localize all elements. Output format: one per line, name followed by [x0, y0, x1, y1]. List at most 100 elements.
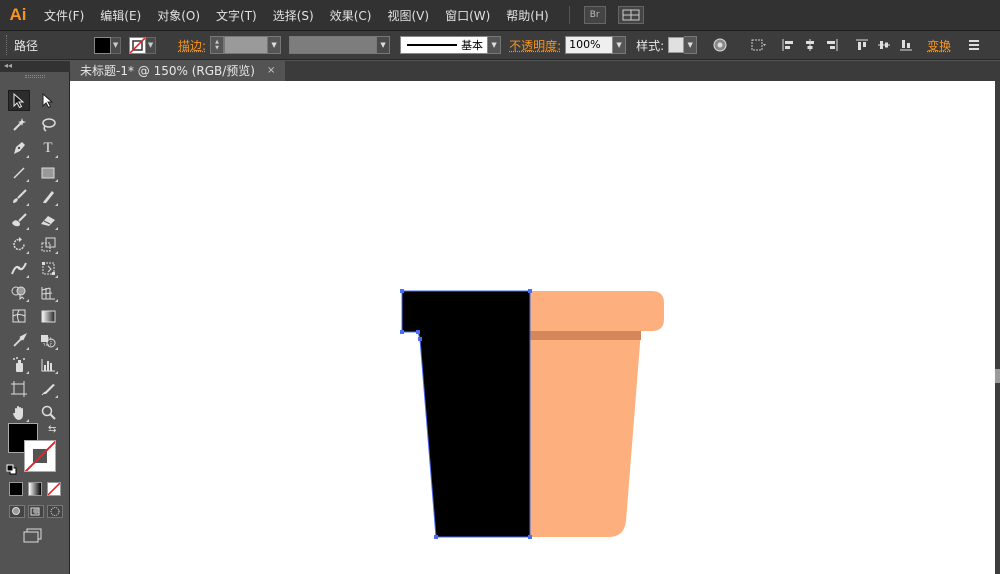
fill-color-control[interactable]: ▼: [94, 36, 122, 54]
perspective-grid-icon[interactable]: [37, 282, 59, 303]
menu-effect[interactable]: 效果(C): [322, 7, 380, 24]
draw-inside-button[interactable]: [47, 505, 63, 518]
menu-type[interactable]: 文字(T): [208, 7, 265, 24]
bridge-button[interactable]: Br: [583, 6, 606, 24]
magic-wand-icon[interactable]: [8, 114, 30, 135]
gradient-tool-icon[interactable]: [37, 306, 59, 327]
shape-builder-icon[interactable]: [8, 282, 30, 303]
menu-window[interactable]: 窗口(W): [437, 7, 498, 24]
app-logo: Ai: [9, 5, 27, 24]
blend-tool-icon[interactable]: [37, 330, 59, 351]
symbol-sprayer-icon[interactable]: [8, 354, 30, 375]
variable-width-profile[interactable]: [289, 36, 378, 54]
artboard-tool-icon[interactable]: [8, 378, 30, 399]
align-to-button[interactable]: [747, 35, 769, 55]
eyedropper-icon[interactable]: [8, 330, 30, 351]
align-vertical-center-icon: [878, 41, 891, 49]
free-transform-icon[interactable]: [37, 258, 59, 279]
rectangle-tool-icon[interactable]: [37, 162, 59, 183]
panel-menu-icon: [969, 40, 980, 50]
menu-view[interactable]: 视图(V): [379, 7, 437, 24]
align-top-button[interactable]: [851, 35, 873, 55]
graphic-style-swatch[interactable]: [668, 37, 685, 53]
align-vertical-center-button[interactable]: [873, 35, 895, 55]
document-tab[interactable]: 未标题-1* @ 150% (RGB/预览) ×: [70, 61, 286, 81]
menu-help[interactable]: 帮助(H): [498, 7, 556, 24]
artwork: [400, 289, 664, 539]
slice-tool-icon[interactable]: [37, 378, 59, 399]
zoom-tool-icon[interactable]: [37, 402, 59, 423]
tool-panel: T ⇆: [0, 72, 70, 574]
collapse-panel-icon[interactable]: ◂◂: [4, 61, 12, 70]
lasso-icon[interactable]: [37, 114, 59, 135]
fill-swatch[interactable]: [94, 36, 112, 54]
chevron-down-icon[interactable]: ▼: [111, 36, 122, 54]
paintbrush-icon[interactable]: [8, 186, 30, 207]
pen-tool-icon[interactable]: [8, 138, 30, 159]
draw-behind-button[interactable]: [28, 505, 44, 518]
menu-edit[interactable]: 编辑(E): [92, 7, 149, 24]
swap-fill-stroke-icon[interactable]: ⇆: [48, 424, 56, 435]
stroke-color-control[interactable]: ▼: [129, 36, 157, 54]
chevron-down-icon[interactable]: ▼: [146, 36, 157, 54]
draw-normal-button[interactable]: [9, 505, 25, 518]
blob-brush-icon[interactable]: [8, 210, 30, 231]
hand-tool-icon[interactable]: [8, 402, 30, 423]
align-right-button[interactable]: [821, 35, 843, 55]
arrange-documents-button[interactable]: [617, 6, 644, 24]
chevron-down-icon[interactable]: ▼: [613, 36, 627, 54]
color-mode-button[interactable]: [9, 482, 23, 496]
menu-divider: [568, 6, 570, 24]
chevron-down-icon[interactable]: ▼: [268, 36, 282, 54]
panel-menu-button[interactable]: [963, 35, 985, 55]
width-tool-icon[interactable]: [8, 258, 30, 279]
mesh-tool-icon[interactable]: [8, 306, 30, 327]
gradient-mode-button[interactable]: [28, 482, 42, 496]
default-fill-stroke-icon[interactable]: [6, 464, 17, 478]
column-graph-icon[interactable]: [37, 354, 59, 375]
opacity-label[interactable]: 不透明度:: [509, 37, 561, 54]
artboard-canvas[interactable]: [70, 81, 995, 574]
menu-object[interactable]: 对象(O): [149, 7, 208, 24]
scale-tool-icon[interactable]: [37, 234, 59, 255]
align-bottom-button[interactable]: [895, 35, 917, 55]
type-tool-icon[interactable]: T: [37, 138, 59, 159]
stroke-weight-field[interactable]: [224, 36, 269, 54]
none-mode-button[interactable]: [47, 482, 61, 496]
transform-label[interactable]: 变换: [927, 37, 951, 54]
stroke-none-swatch[interactable]: [129, 36, 147, 54]
align-to-selection-icon: [751, 39, 767, 51]
chevron-down-icon[interactable]: ▼: [684, 36, 698, 54]
stroke-label[interactable]: 描边:: [178, 37, 206, 54]
chevron-down-icon[interactable]: ▼: [488, 36, 502, 54]
pencil-icon[interactable]: [37, 186, 59, 207]
chevron-down-icon[interactable]: ▼: [377, 36, 391, 54]
line-segment-icon[interactable]: [8, 162, 30, 183]
none-stroke-icon: [130, 37, 146, 53]
pot-rim-band: [530, 331, 641, 340]
menu-bar: Ai 文件(F) 编辑(E) 对象(O) 文字(T) 选择(S) 效果(C) 视…: [0, 0, 1000, 31]
tool-panel-header[interactable]: ◂◂: [0, 61, 70, 72]
change-screen-mode-button[interactable]: [22, 528, 44, 544]
control-bar-grip[interactable]: [6, 35, 10, 55]
brush-definition-select[interactable]: 基本: [400, 36, 489, 54]
menu-file[interactable]: 文件(F): [36, 7, 92, 24]
align-horizontal-center-button[interactable]: [799, 35, 821, 55]
align-left-icon: [782, 39, 794, 51]
direct-selection-tool-icon[interactable]: [37, 90, 59, 111]
stroke-weight-stepper[interactable]: ▲ ▼: [210, 36, 225, 54]
tool-panel-grip[interactable]: [25, 75, 45, 78]
scrollbar-thumb[interactable]: [995, 369, 1000, 383]
align-left-button[interactable]: [777, 35, 799, 55]
menu-select[interactable]: 选择(S): [265, 7, 322, 24]
none-stroke-slash: [25, 441, 55, 471]
vertical-scrollbar[interactable]: [995, 81, 1000, 574]
eraser-icon[interactable]: [37, 210, 59, 231]
opacity-input[interactable]: 100%: [565, 36, 614, 54]
stroke-color-box[interactable]: [24, 440, 56, 472]
align-bottom-icon: [900, 40, 913, 51]
rotate-tool-icon[interactable]: [8, 234, 30, 255]
close-tab-icon[interactable]: ×: [267, 61, 275, 81]
recolor-artwork-button[interactable]: [709, 35, 731, 55]
selection-tool-icon[interactable]: [8, 90, 30, 111]
